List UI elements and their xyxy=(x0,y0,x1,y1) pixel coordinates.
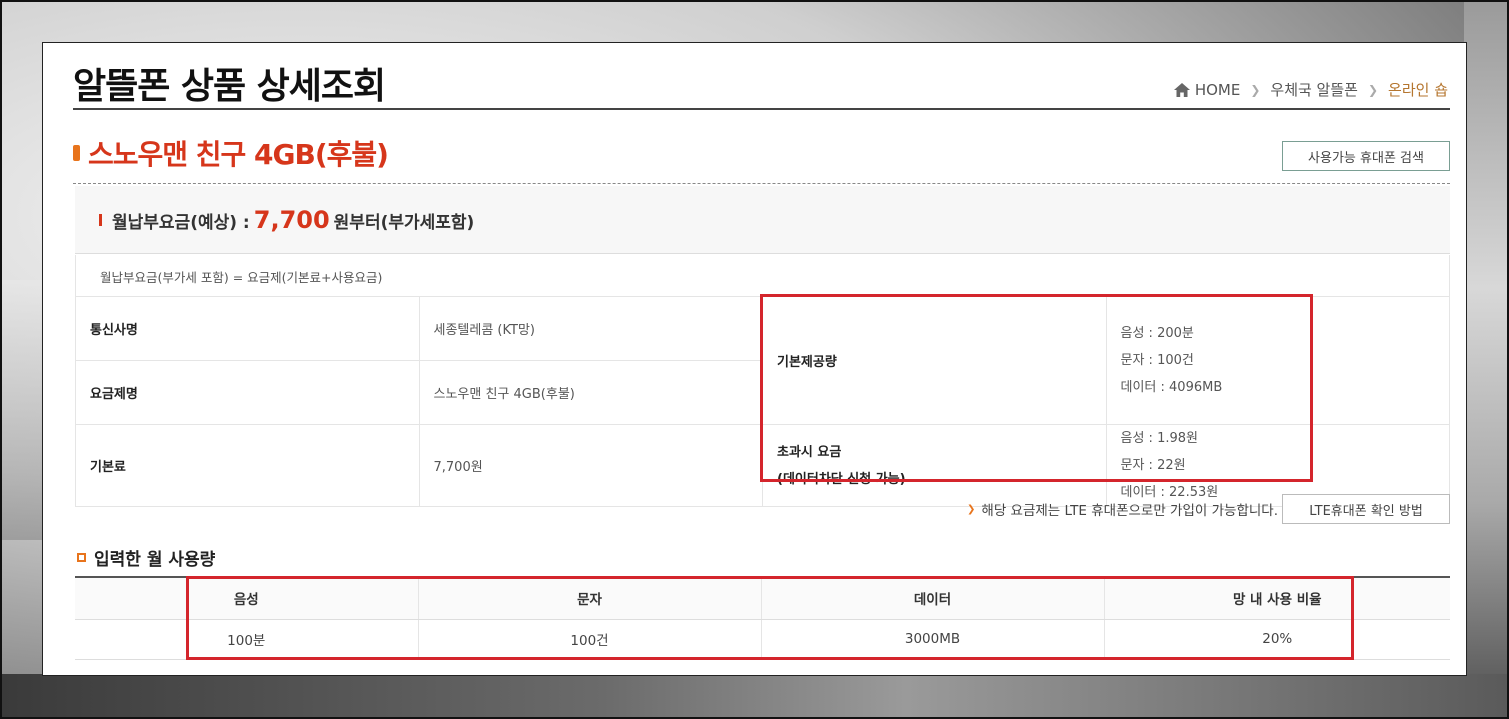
carrier-value: 세종텔레콤 (KT망) xyxy=(418,296,763,361)
monthly-fee-line: 월납부요금(예상) : 7,700 원부터(부가세포함) xyxy=(99,206,474,234)
usage-value-row: 100분 100건 3000MB 20% xyxy=(75,619,1450,660)
provided-label: 기본제공량 xyxy=(762,296,1107,425)
usage-value-data: 3000MB xyxy=(760,619,1104,660)
home-icon xyxy=(1173,82,1190,97)
fee-label: 월납부요금(예상) : xyxy=(112,213,250,233)
lte-note-text: 해당 요금제는 LTE 휴대폰으로만 가입이 가능합니다. xyxy=(981,503,1278,519)
dashed-divider xyxy=(73,183,1450,184)
chevron-right-icon: ❯ xyxy=(1367,82,1379,97)
overage-voice: 음성 : 1.98원 xyxy=(1120,431,1198,446)
overage-sms: 문자 : 22원 xyxy=(1120,458,1186,473)
lte-check-button[interactable]: LTE휴대폰 확인 방법 xyxy=(1282,494,1450,524)
usage-value-voice: 100분 xyxy=(75,619,418,660)
plan-label: 요금제명 xyxy=(75,360,420,425)
provided-data: 데이터 : 4096MB xyxy=(1120,380,1223,395)
overage-label-1: 초과시 요금 xyxy=(777,444,842,460)
usage-section-title: 입력한 월 사용량 xyxy=(77,545,215,570)
usage-table: 음성 문자 데이터 망 내 사용 비율 100분 100건 3000MB 20% xyxy=(75,576,1450,660)
title-divider xyxy=(73,108,1450,110)
usage-header-data: 데이터 xyxy=(760,577,1104,620)
fee-formula-note: 월납부요금(부가세 포함) = 요금제(기본료+사용요금) xyxy=(75,255,1450,297)
usage-value-sms: 100건 xyxy=(417,619,761,660)
usage-header-onnet-ratio: 망 내 사용 비율 xyxy=(1103,577,1450,620)
lte-note: ❯ 해당 요금제는 LTE 휴대폰으로만 가입이 가능합니다. xyxy=(967,499,1278,519)
overage-label-2: (데이터차단 신청 가능) xyxy=(777,471,906,487)
base-fee-label: 기본료 xyxy=(75,424,420,507)
plan-value: 스노우맨 친구 4GB(후불) xyxy=(418,360,763,425)
product-title: 스노우맨 친구 4GB(후불) xyxy=(73,133,389,173)
chevron-right-icon: ❯ xyxy=(1250,82,1261,97)
breadcrumb-mvno[interactable]: 우체국 알뜰폰 xyxy=(1270,79,1358,100)
provided-values: 음성 : 200분 문자 : 100건 데이터 : 4096MB xyxy=(1105,296,1450,425)
fee-amount: 7,700 xyxy=(253,206,330,234)
square-bullet-icon xyxy=(77,553,86,562)
monthly-fee-box: 월납부요금(예상) : 7,700 원부터(부가세포함) xyxy=(75,186,1450,254)
breadcrumb: HOME ❯ 우체국 알뜰폰 ❯ 온라인 숍 xyxy=(1173,79,1448,100)
background-bottom xyxy=(0,674,1509,719)
arrow-right-icon: ❯ xyxy=(967,503,976,515)
plan-info-table: 통신사명 세종텔레콤 (KT망) 기본제공량 음성 : 200분 문자 : 10… xyxy=(75,296,1450,507)
phone-search-button[interactable]: 사용가능 휴대폰 검색 xyxy=(1282,141,1450,171)
fee-bar-icon xyxy=(99,214,102,226)
provided-sms: 문자 : 100건 xyxy=(1120,353,1194,368)
usage-section-title-text: 입력한 월 사용량 xyxy=(94,550,216,570)
usage-header-row: 음성 문자 데이터 망 내 사용 비율 xyxy=(75,577,1450,620)
background-right xyxy=(1464,0,1509,719)
breadcrumb-home[interactable]: HOME xyxy=(1195,81,1241,99)
breadcrumb-online-shop[interactable]: 온라인 숍 xyxy=(1388,79,1448,100)
page-title: 알뜰폰 상품 상세조회 xyxy=(73,66,386,107)
usage-header-sms: 문자 xyxy=(417,577,761,620)
fee-suffix: 원부터(부가세포함) xyxy=(333,213,475,233)
usage-value-onnet-ratio: 20% xyxy=(1103,619,1450,660)
provided-voice: 음성 : 200분 xyxy=(1120,326,1194,341)
carrier-label: 통신사명 xyxy=(75,296,420,361)
overage-label: 초과시 요금 (데이터차단 신청 가능) xyxy=(762,424,1107,507)
product-title-text: 스노우맨 친구 4GB(후불) xyxy=(88,138,389,171)
bullet-icon xyxy=(73,145,80,161)
usage-header-voice: 음성 xyxy=(75,577,418,620)
product-detail-panel: 알뜰폰 상품 상세조회 HOME ❯ 우체국 알뜰폰 ❯ 온라인 숍 스노우맨 … xyxy=(42,42,1467,676)
base-fee-value: 7,700원 xyxy=(418,424,763,507)
